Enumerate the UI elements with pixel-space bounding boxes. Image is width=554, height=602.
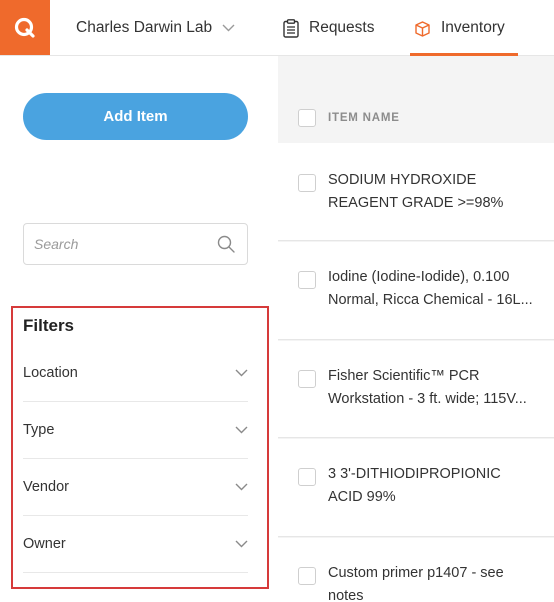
item-name[interactable]: SODIUM HYDROXIDE REAGENT GRADE >=98% (328, 169, 550, 214)
item-name[interactable]: 3 3'-DITHIODIPROPIONIC ACID 99% (328, 463, 550, 508)
chevron-down-icon (235, 426, 248, 434)
table-row[interactable]: Custom primer p1407 - see notes (278, 538, 554, 602)
chevron-down-icon (222, 24, 235, 32)
filter-label: Owner (23, 536, 66, 552)
select-all-checkbox[interactable] (298, 109, 316, 127)
item-name[interactable]: Custom primer p1407 - see notes (328, 562, 550, 602)
search-icon[interactable] (217, 235, 235, 258)
item-name-line: 3 3'-DITHIODIPROPIONIC (328, 466, 501, 482)
search-input[interactable] (34, 224, 214, 264)
filter-location[interactable]: Location (23, 345, 248, 402)
table-row[interactable]: Iodine (Iodine-Iodide), 0.100 Normal, Ri… (278, 242, 554, 340)
filter-type[interactable]: Type (23, 402, 248, 459)
lab-switcher[interactable]: Charles Darwin Lab (76, 0, 235, 55)
table-header: ITEM NAME (278, 95, 554, 141)
filter-label: Location (23, 365, 78, 381)
item-name-line: REAGENT GRADE >=98% (328, 194, 504, 211)
app-logo[interactable] (0, 0, 50, 55)
item-name-line: Custom primer p1407 - see (328, 565, 504, 581)
search-box[interactable] (23, 223, 248, 265)
table-row[interactable]: 3 3'-DITHIODIPROPIONIC ACID 99% (278, 439, 554, 537)
item-name[interactable]: Iodine (Iodine-Iodide), 0.100 Normal, Ri… (328, 266, 550, 311)
item-name-line: Fisher Scientific™ PCR (328, 368, 480, 384)
filter-label: Type (23, 422, 55, 438)
chevron-down-icon (235, 483, 248, 491)
chevron-down-icon (235, 369, 248, 377)
box-icon (414, 20, 431, 37)
chevron-down-icon (235, 540, 248, 548)
table-row[interactable]: SODIUM HYDROXIDE REAGENT GRADE >=98% (278, 143, 554, 241)
tab-requests[interactable]: Requests (283, 0, 374, 56)
item-name-line: ACID 99% (328, 488, 396, 505)
filter-owner[interactable]: Owner (23, 516, 248, 573)
item-name-line: notes (328, 587, 364, 602)
table-row[interactable]: Fisher Scientific™ PCR Workstation - 3 f… (278, 341, 554, 438)
clipboard-icon (283, 18, 299, 38)
row-checkbox[interactable] (298, 174, 316, 192)
filter-label: Vendor (23, 479, 69, 495)
tab-inventory-label: Inventory (441, 19, 505, 36)
item-name-line: Iodine (Iodine-Iodide), 0.100 (328, 269, 510, 285)
item-name-line: Workstation - 3 ft. wide; 115V... (328, 390, 527, 407)
item-name-line: SODIUM HYDROXIDE (328, 172, 477, 188)
row-checkbox[interactable] (298, 567, 316, 585)
item-name-line: Normal, Ricca Chemical - 16L... (328, 291, 533, 308)
top-navigation-bar: Charles Darwin Lab Requests Inventory (0, 0, 554, 56)
add-item-button[interactable]: Add Item (23, 93, 248, 140)
filters-title: Filters (23, 316, 75, 335)
row-checkbox[interactable] (298, 468, 316, 486)
tab-requests-label: Requests (309, 19, 375, 36)
tab-inventory[interactable]: Inventory (410, 0, 518, 56)
row-checkbox[interactable] (298, 370, 316, 388)
row-checkbox[interactable] (298, 271, 316, 289)
filter-vendor[interactable]: Vendor (23, 459, 248, 516)
q-logo-icon (14, 17, 35, 38)
lab-name: Charles Darwin Lab (76, 18, 213, 36)
item-name[interactable]: Fisher Scientific™ PCR Workstation - 3 f… (328, 365, 550, 410)
column-header-item-name[interactable]: ITEM NAME (328, 112, 400, 124)
